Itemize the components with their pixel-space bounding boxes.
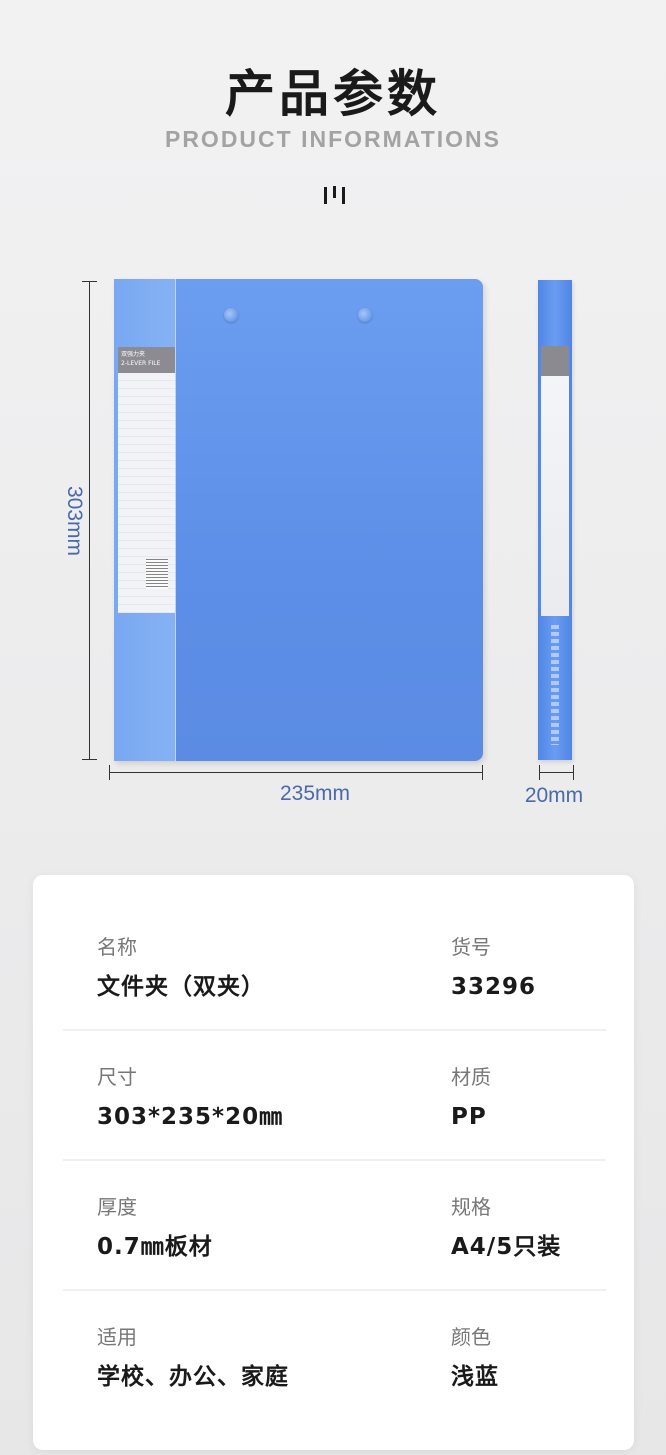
spec-field-material: 材质 PP xyxy=(451,1065,491,1131)
width-dimension-line xyxy=(109,772,483,773)
spec-label: 规格 xyxy=(451,1195,491,1219)
spec-row: 适用 学校、办公、家庭 颜色 浅蓝 xyxy=(33,1291,634,1421)
height-dimension-cap-top xyxy=(82,281,97,282)
spec-value: 33296 xyxy=(451,974,537,1000)
height-dimension-label: 303mm xyxy=(63,485,86,557)
thickness-dimension-cap-left xyxy=(539,765,540,780)
spec-value: 学校、办公、家庭 xyxy=(97,1364,289,1390)
spec-row: 名称 文件夹（双夹） 货号 33296 xyxy=(33,901,634,1031)
spine-text-marks xyxy=(551,625,559,745)
spec-label: 适用 xyxy=(97,1325,137,1349)
spec-label: 尺寸 xyxy=(97,1065,137,1089)
height-dimension-cap-bottom xyxy=(82,759,97,760)
height-dimension-line xyxy=(89,281,90,759)
spec-label: 名称 xyxy=(97,935,137,959)
folder-label-cn: 双强力夹 xyxy=(121,351,146,358)
thickness-dimension-cap-right xyxy=(573,765,574,780)
spec-field-name: 名称 文件夹（双夹） xyxy=(97,935,265,1001)
spec-label: 厚度 xyxy=(97,1195,137,1219)
folder-label-dark: 双强力夹 2-LEVER FILE xyxy=(118,347,175,373)
spec-value: 0.7㎜板材 xyxy=(97,1234,213,1260)
rivet-icon xyxy=(224,308,238,322)
spec-row: 厚度 0.7㎜板材 规格 A4/5只装 xyxy=(33,1161,634,1291)
folder-label-en: 2-LEVER FILE xyxy=(121,360,161,367)
spec-row: 尺寸 303*235*20㎜ 材质 PP xyxy=(33,1031,634,1161)
barcode-icon xyxy=(146,559,168,589)
spec-field-item-no: 货号 33296 xyxy=(451,935,536,1001)
spec-value: 303*235*20㎜ xyxy=(97,1104,284,1130)
spec-field-thickness: 厚度 0.7㎜板材 xyxy=(97,1195,213,1261)
thickness-dimension-line xyxy=(539,772,574,773)
spec-field-color: 颜色 浅蓝 xyxy=(451,1325,499,1391)
width-dimension-cap-right xyxy=(482,765,483,780)
width-dimension-cap-left xyxy=(109,765,110,780)
spec-label: 货号 xyxy=(451,935,491,959)
spec-value: 文件夹（双夹） xyxy=(97,974,265,1000)
spec-card: 名称 文件夹（双夹） 货号 33296 尺寸 303*235*20㎜ 材质 PP… xyxy=(33,875,634,1450)
folder-side-image xyxy=(538,280,572,760)
spec-field-size: 尺寸 303*235*20㎜ xyxy=(97,1065,283,1131)
spec-label: 颜色 xyxy=(451,1325,491,1349)
spec-label: 材质 xyxy=(451,1065,491,1089)
spec-value: A4/5只装 xyxy=(451,1234,562,1260)
spec-field-usage: 适用 学校、办公、家庭 xyxy=(97,1325,289,1391)
product-dimension-figure: 303mm 双强力夹 2-LEVER FILE 235mm 20mm xyxy=(0,0,666,860)
spine-label-dark xyxy=(541,346,569,376)
width-dimension-label: 235mm xyxy=(279,782,351,805)
rivet-icon xyxy=(358,308,372,322)
spine-label-white xyxy=(541,376,569,616)
spec-value: PP xyxy=(451,1104,487,1130)
spec-value: 浅蓝 xyxy=(451,1364,499,1390)
folder-front-image: 双强力夹 2-LEVER FILE xyxy=(114,279,483,761)
thickness-dimension-label: 20mm xyxy=(524,784,584,807)
spec-field-specification: 规格 A4/5只装 xyxy=(451,1195,561,1261)
